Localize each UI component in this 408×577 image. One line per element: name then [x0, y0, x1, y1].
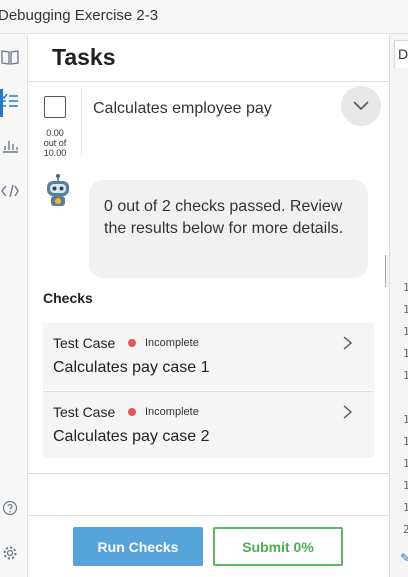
pencil-icon[interactable]: ✎: [400, 551, 408, 565]
line-number: 1: [403, 457, 408, 470]
line-number: 1: [403, 325, 408, 338]
chevron-right-icon: [343, 405, 353, 419]
check-type: Test Case: [53, 335, 116, 351]
task-divider: [81, 90, 82, 156]
task-complete-checkbox[interactable]: [44, 96, 66, 118]
check-item[interactable]: Test Case Incomplete Calculates pay case…: [43, 323, 374, 390]
chevron-right-icon: [343, 336, 353, 350]
title-bar: Debugging Exercise 2-3: [0, 0, 408, 34]
robot-avatar-icon: [41, 173, 75, 207]
line-number: 2: [403, 523, 408, 536]
status-dot-icon: [128, 408, 136, 416]
task-score-separator: out of: [43, 138, 67, 148]
editor-strip: D 1 1 1 1 1 1 1 1 1 1 2 ✎: [389, 34, 408, 577]
chevron-down-icon: [353, 101, 369, 111]
run-checks-button[interactable]: Run Checks: [73, 527, 203, 566]
line-number: 1: [403, 479, 408, 492]
help-icon[interactable]: [0, 498, 20, 518]
status-badge: Incomplete: [145, 406, 199, 418]
task-score-value: 0.00: [46, 128, 64, 138]
line-number: 1: [403, 501, 408, 514]
check-item[interactable]: Test Case Incomplete Calculates pay case…: [43, 391, 374, 458]
line-number: 1: [403, 347, 408, 360]
task-score: 0.00 out of 10.00: [34, 128, 76, 158]
check-name: Calculates pay case 1: [53, 359, 210, 376]
line-number: 1: [403, 281, 408, 294]
check-name: Calculates pay case 2: [53, 428, 210, 445]
line-number: 1: [403, 303, 408, 316]
task-score-max: 10.00: [43, 148, 67, 158]
window-title: Debugging Exercise 2-3: [0, 7, 159, 24]
status-badge: Incomplete: [145, 337, 199, 349]
line-number: 1: [403, 435, 408, 448]
task-name: Calculates employee pay: [93, 100, 272, 117]
checks-heading: Checks: [43, 290, 93, 306]
tasks-list-icon[interactable]: [0, 91, 20, 111]
bar-chart-icon[interactable]: [0, 135, 20, 155]
code-icon[interactable]: [0, 181, 20, 201]
page-title: Tasks: [52, 44, 116, 70]
task-row: 0.00 out of 10.00 Calculates employee pa…: [28, 82, 389, 192]
book-icon[interactable]: [0, 47, 20, 67]
line-number: 1: [403, 369, 408, 382]
feedback-message: 0 out of 2 checks passed. Review the res…: [89, 180, 368, 278]
editor-tab-label: D: [398, 46, 408, 62]
submit-button[interactable]: Submit 0%: [213, 527, 343, 566]
panel-divider: [28, 473, 389, 474]
settings-gear-icon[interactable]: [0, 543, 20, 563]
status-dot-icon: [128, 339, 136, 347]
check-type: Test Case: [53, 404, 116, 420]
editor-tab[interactable]: D: [394, 40, 408, 68]
panel-header: Tasks: [28, 34, 389, 82]
panel-footer: Run Checks Submit 0%: [28, 515, 389, 577]
collapse-task-button[interactable]: [341, 86, 381, 126]
tasks-panel: Tasks 0.00 out of 10.00 Calculates emplo…: [28, 34, 389, 577]
line-number: 1: [403, 413, 408, 426]
left-sidebar: [0, 34, 28, 577]
feedback-message-text: 0 out of 2 checks passed. Review the res…: [104, 198, 344, 237]
